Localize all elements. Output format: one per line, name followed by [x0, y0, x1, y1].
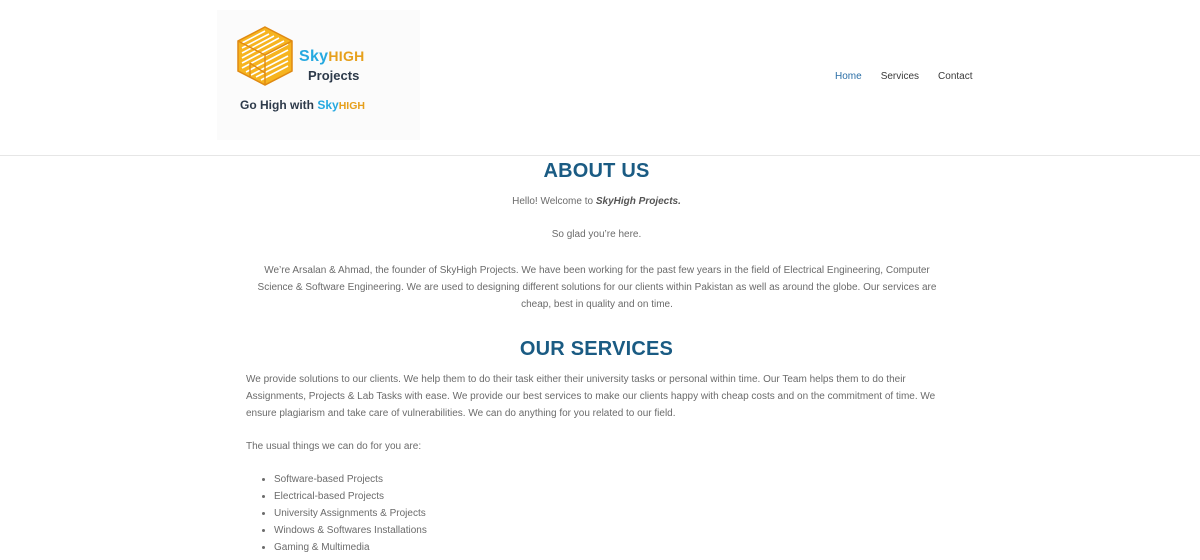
- tagline-prefix: Go High with: [240, 98, 318, 112]
- about-glad: So glad you’re here.: [551, 229, 642, 240]
- list-item: Electrical-based Projects: [274, 488, 427, 505]
- nav-contact[interactable]: Contact: [938, 71, 972, 82]
- logo-cube-icon: [237, 26, 293, 86]
- brand-projects: Projects: [308, 68, 360, 83]
- about-intro: We’re Arsalan & Ahmad, the founder of Sk…: [257, 265, 937, 310]
- list-item: Software-based Projects: [274, 471, 427, 488]
- nav-services[interactable]: Services: [881, 71, 919, 82]
- tagline-sky: Sky: [317, 98, 339, 112]
- site-logo[interactable]: SkyHIGH Projects Go High with SkyHIGH: [217, 10, 420, 140]
- main-nav: Home Services Contact: [835, 71, 992, 82]
- list-item: University Assignments & Projects: [274, 505, 427, 522]
- brand-name: SkyHIGH: [299, 48, 365, 66]
- list-item: Windows & Softwares Installations: [274, 522, 427, 539]
- site-header: SkyHIGH Projects Go High with SkyHIGH Ho…: [0, 0, 1200, 156]
- list-item: Gaming & Multimedia: [274, 539, 427, 556]
- brand-sky: Sky: [299, 48, 329, 65]
- services-list: Software-based Projects Electrical-based…: [262, 471, 427, 556]
- about-hello: Hello! Welcome to SkyHigh Projects.: [0, 196, 1193, 207]
- brand-tagline: Go High with SkyHIGH: [240, 98, 365, 112]
- hello-brand: SkyHigh Projects.: [595, 196, 681, 207]
- tagline-high: HIGH: [338, 100, 365, 112]
- brand-high: HIGH: [328, 48, 365, 64]
- services-title: OUR SERVICES: [519, 338, 674, 360]
- about-title: ABOUT US: [543, 160, 650, 182]
- services-description: We provide solutions to our clients. We …: [246, 374, 936, 419]
- hello-prefix: Hello! Welcome to: [512, 196, 596, 207]
- services-usual-intro: The usual things we can do for you are:: [246, 441, 422, 452]
- nav-home[interactable]: Home: [835, 71, 862, 82]
